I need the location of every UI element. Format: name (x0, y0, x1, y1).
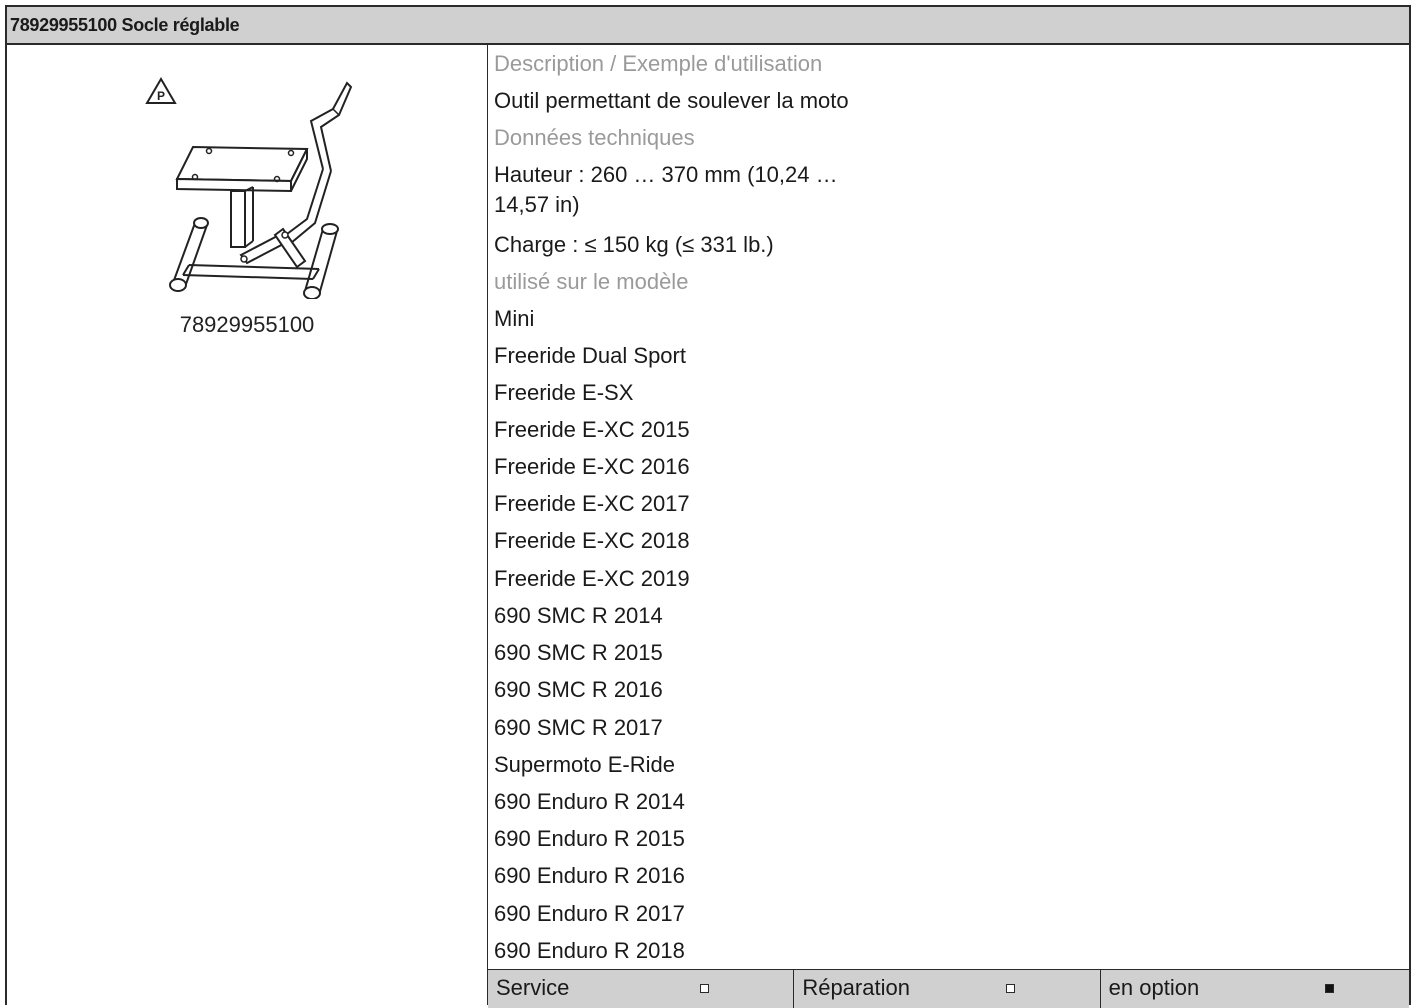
figure-caption: 78929955100 (179, 312, 315, 337)
model-item: 690 Enduro R 2015 (494, 826, 685, 851)
models-heading: utilisé sur le modèle (494, 269, 689, 294)
model-item: 690 SMC R 2017 (494, 715, 663, 740)
model-item: Freeride E-SX (494, 380, 634, 405)
sheet-title: 78929955100 Socle réglable (10, 14, 240, 35)
model-item: 690 Enduro R 2016 (494, 863, 685, 888)
figure-panel: P 78929955100 (7, 45, 488, 1005)
service-checkbox[interactable] (700, 984, 709, 993)
model-item: Supermoto E-Ride (494, 752, 675, 777)
height-spec-line2: 14,57 in) (494, 192, 580, 217)
service-cell: Service (488, 970, 795, 1008)
load-spec: Charge : ≤ 150 kg (≤ 331 lb.) (494, 232, 774, 257)
technical-heading: Données techniques (494, 125, 695, 150)
repair-checkbox[interactable] (1006, 984, 1016, 993)
service-label: Service (496, 975, 570, 1000)
model-item: 690 SMC R 2015 (494, 640, 663, 665)
model-item: Freeride E-XC 2019 (494, 566, 690, 591)
description-text: Outil permettant de soulever la moto (494, 88, 849, 113)
model-item: 690 Enduro R 2014 (494, 789, 685, 814)
description-heading: Description / Exemple d'utilisation (494, 51, 823, 76)
model-item: Freeride E-XC 2017 (494, 491, 690, 516)
optional-cell: en option (1101, 970, 1409, 1008)
p-symbol-icon: P (145, 77, 177, 104)
details-panel: Description / Exemple d'utilisation Outi… (488, 45, 1409, 1008)
lift-stand-icon: P (145, 77, 353, 299)
repair-label: Réparation (802, 975, 910, 1000)
svg-text:P: P (157, 89, 165, 103)
model-item: 690 SMC R 2014 (494, 603, 663, 628)
sheet-header: 78929955100 Socle réglable (7, 7, 1409, 45)
model-item: 690 Enduro R 2018 (494, 938, 685, 963)
usage-footer: Service Réparation en option (488, 969, 1409, 1008)
repair-cell: Réparation (794, 970, 1101, 1008)
model-item: 690 Enduro R 2017 (494, 901, 685, 926)
model-item: Freeride E-XC 2018 (494, 528, 690, 553)
model-item: Mini (494, 306, 535, 331)
model-item: Freeride E-XC 2015 (494, 417, 690, 442)
model-item: Freeride Dual Sport (494, 343, 686, 368)
tool-sheet: 78929955100 Socle réglable P 78929955100… (5, 5, 1411, 1008)
optional-label: en option (1108, 975, 1200, 1000)
model-item: 690 SMC R 2016 (494, 677, 663, 702)
model-item: Freeride E-XC 2016 (494, 454, 690, 479)
height-spec-line1: Hauteur : 260 … 370 mm (10,24 … (494, 162, 838, 187)
optional-checkbox[interactable] (1324, 984, 1334, 993)
